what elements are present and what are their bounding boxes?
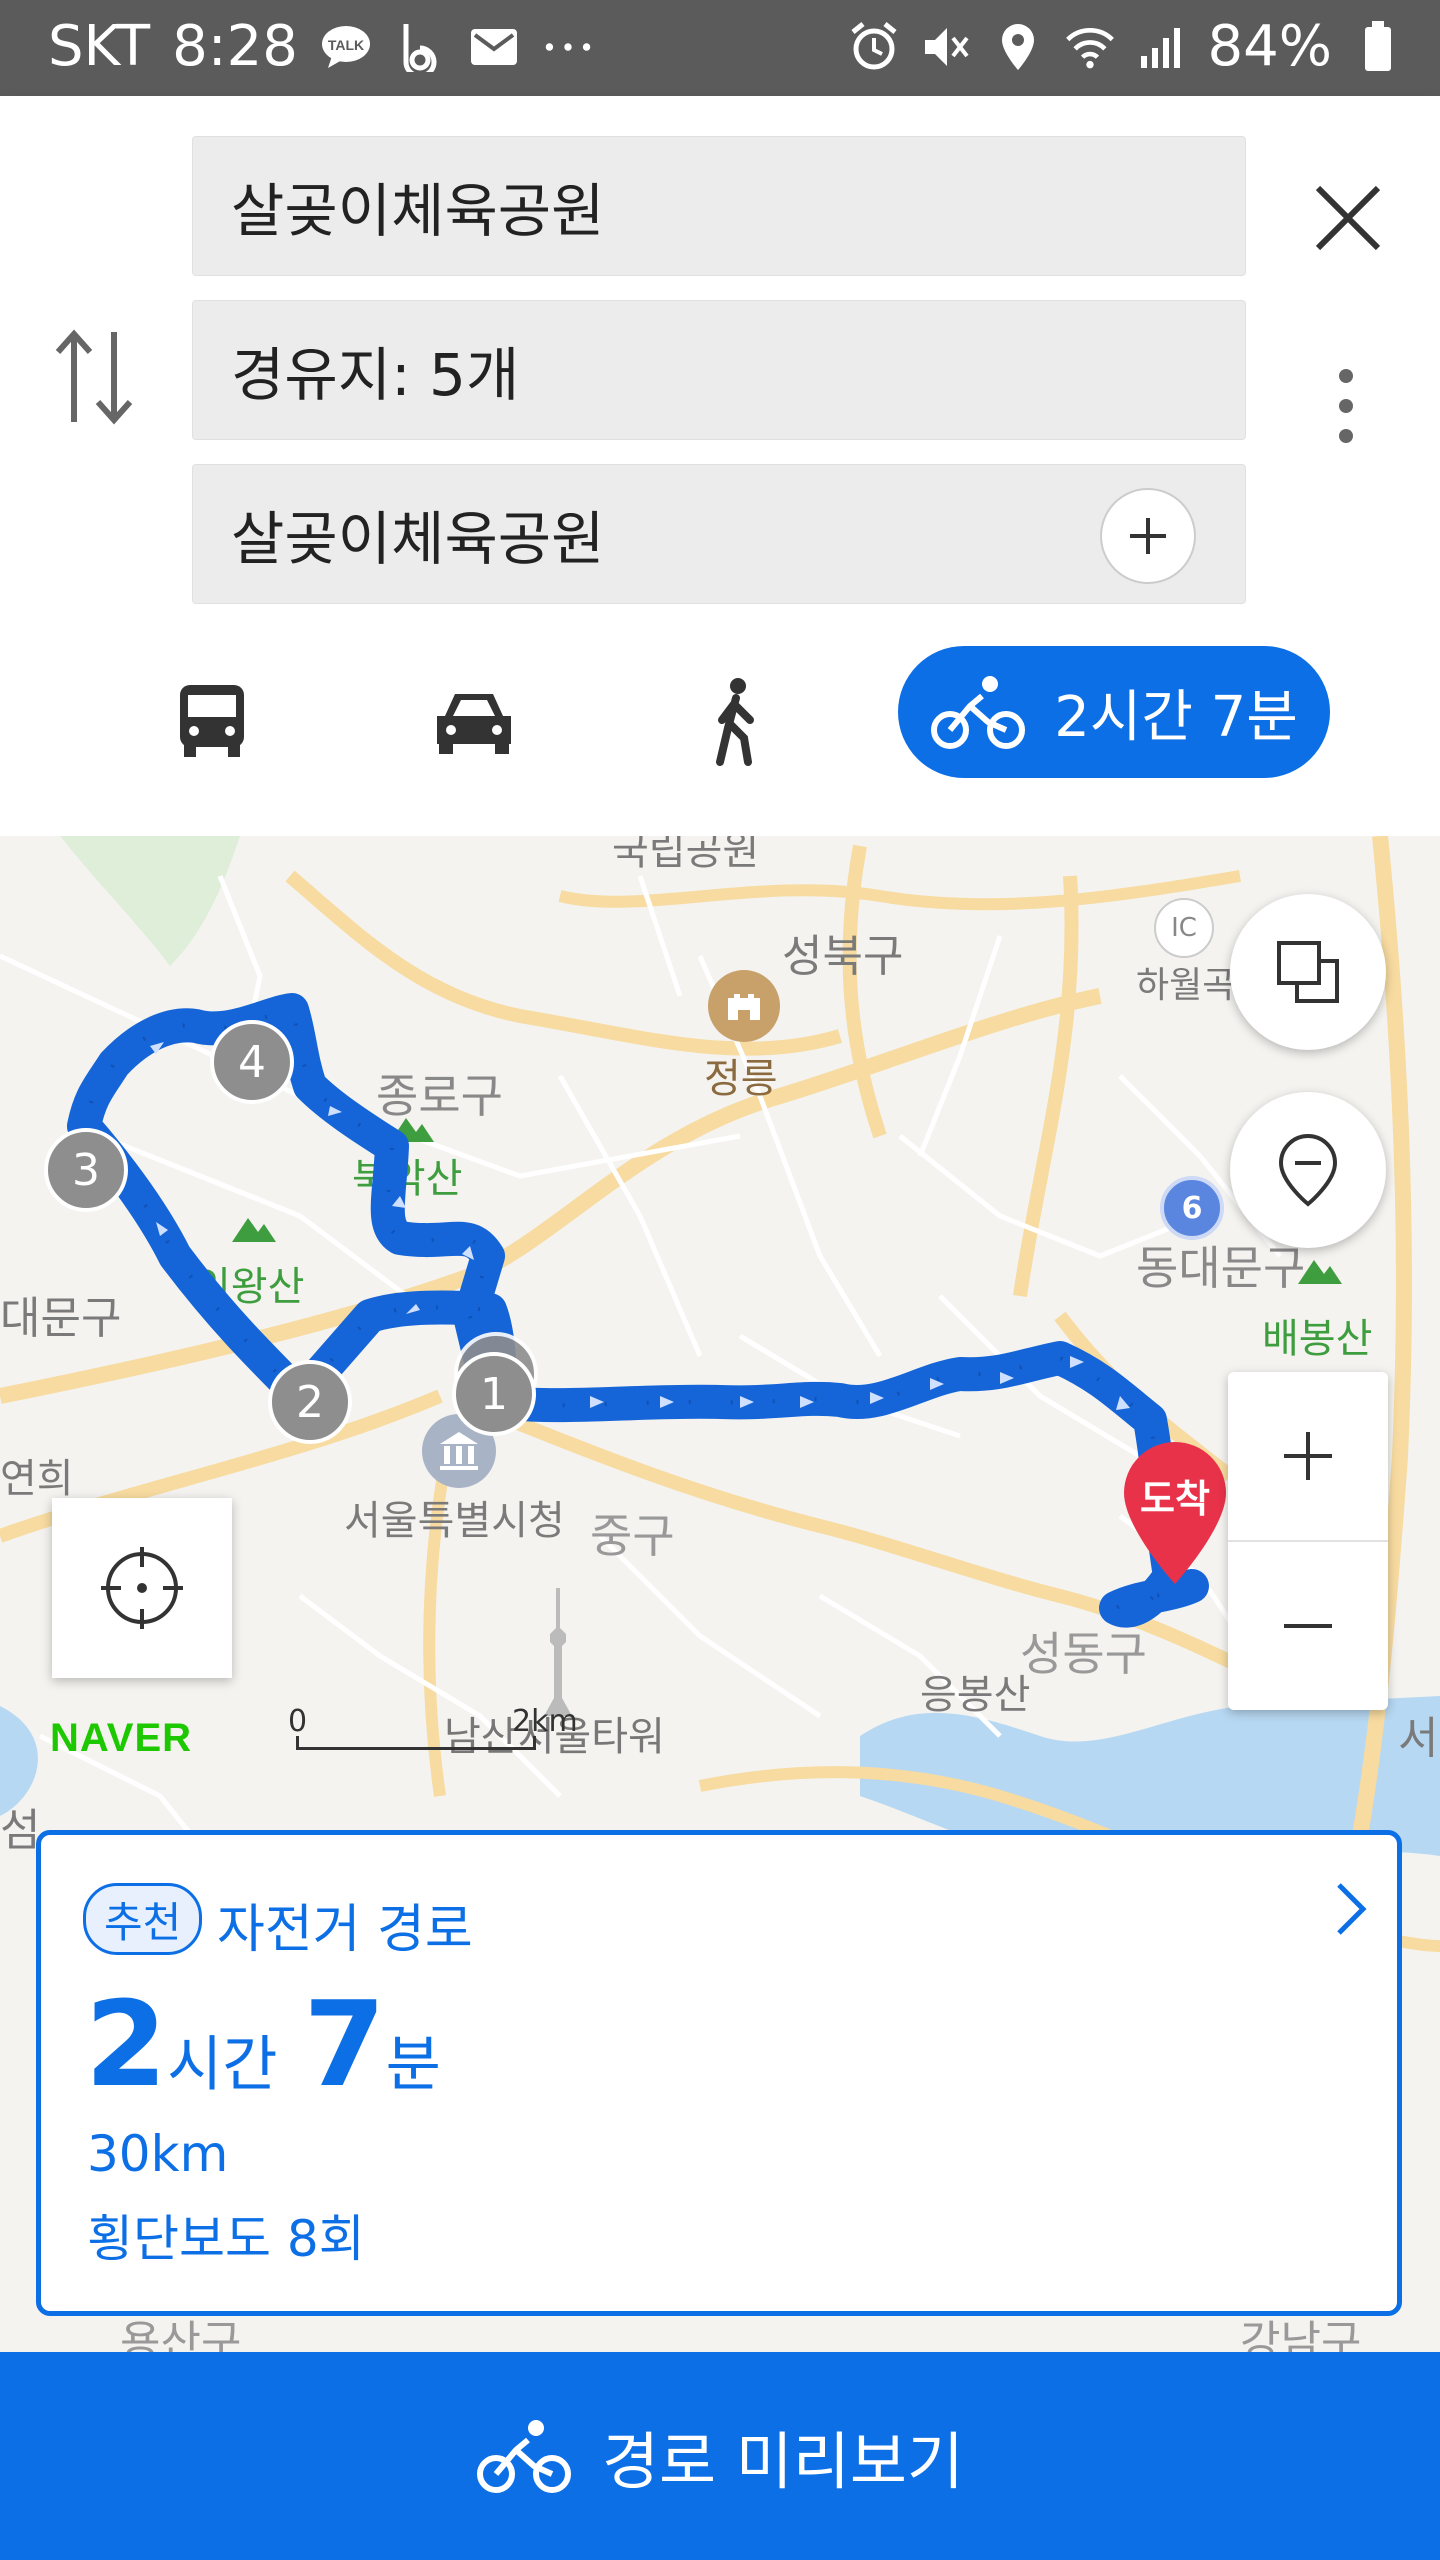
duration-minutes: 7 [303,1975,386,2113]
bicycle-icon [931,676,1026,749]
route-type-title: 자전거 경로 [217,1900,473,1960]
duration-hours-unit: 시간 [167,2030,278,2100]
location-icon [992,21,1044,73]
destination-text: 살곶이체육공원 [231,505,605,573]
arrival-label: 도착 [1140,1477,1210,1521]
bicycle-icon [477,2420,572,2493]
plus-icon [1284,1432,1332,1480]
alarm-icon [848,21,900,73]
signal-icon [1136,21,1188,73]
chevron-right-icon[interactable] [1331,1879,1371,1943]
plus-icon [1130,518,1166,554]
waypoint-marker-1[interactable]: 1 [452,1352,536,1436]
battery-icon [1352,20,1404,73]
route-preview-label: 경로 미리보기 [602,2425,964,2498]
clock-label: 8:28 [172,14,298,79]
battery-percent: 84% [1207,14,1332,79]
swap-button[interactable] [50,322,140,432]
crosshair-icon [101,1547,183,1629]
band-icon [394,21,446,73]
more-notifications-icon [542,21,594,73]
route-search-panel: 살곶이체육공원 경유지: 5개 살곶이체육공원 2시간 7분 [0,96,1440,836]
status-bar: SKT 8:28 TALK 84% [0,0,1440,96]
waypoint-marker-4[interactable]: 4 [210,1020,294,1104]
carrier-label: SKT [48,14,151,79]
wifi-icon [1064,21,1116,73]
zoom-out-button[interactable] [1228,1542,1388,1710]
close-icon [1315,185,1381,251]
destination-field[interactable]: 살곶이체육공원 [192,464,1246,604]
arrival-pin[interactable]: 도착 [1120,1438,1230,1588]
waypoints-field[interactable]: 경유지: 5개 [192,300,1246,440]
scale-bar [296,1736,536,1750]
duration-minutes-unit: 분 [385,2030,441,2100]
route-summary-card[interactable]: 추천 자전거 경로 2 시간 7 분 30km 횡단보도 8회 [36,1830,1402,2316]
route-distance: 30km [87,2125,229,2183]
more-vertical-icon [1339,369,1353,443]
minus-icon [1284,1624,1332,1628]
scale-label: 2km [512,1704,578,1739]
pin-minus-icon [1278,1133,1338,1207]
mode-walk-button[interactable] [656,656,816,786]
current-location-button[interactable] [52,1498,232,1678]
scale-zero: 0 [288,1704,308,1739]
mode-car-button[interactable] [394,656,554,786]
waypoints-text: 경유지: 5개 [231,341,520,409]
waypoint-marker-2[interactable]: 2 [268,1360,352,1444]
origin-text: 살곶이체육공원 [231,177,605,245]
waypoint-marker-3[interactable]: 3 [44,1128,128,1212]
svg-text:TALK: TALK [328,37,364,53]
bike-duration: 2시간 7분 [1054,684,1298,750]
mode-transit-button[interactable] [132,656,292,786]
origin-field[interactable]: 살곶이체육공원 [192,136,1246,276]
route-preview-button[interactable]: 경로 미리보기 [0,2352,1440,2560]
mute-vibrate-icon [920,21,972,73]
zoom-in-button[interactable] [1228,1372,1388,1542]
naver-logo: NAVER [50,1716,193,1760]
close-button[interactable] [1300,170,1396,266]
mail-icon [468,21,520,73]
map-pin-button[interactable] [1230,1092,1386,1248]
talk-icon: TALK [320,21,372,73]
walk-icon [716,678,754,766]
recommended-badge: 추천 [83,1883,203,1955]
duration-hours: 2 [85,1975,168,2113]
swap-arrows-icon [55,329,133,425]
layers-icon [1277,941,1339,1003]
car-icon [437,694,511,754]
more-options-button[interactable] [1316,346,1376,466]
add-waypoint-button[interactable] [1100,488,1196,584]
route-duration: 2 시간 7 분 [85,1975,441,2113]
map-layers-button[interactable] [1230,894,1386,1050]
bus-icon [180,685,244,757]
zoom-controls [1228,1372,1388,1710]
route-crosswalks: 횡단보도 8회 [87,2210,365,2268]
mode-bike-button[interactable]: 2시간 7분 [898,646,1330,778]
